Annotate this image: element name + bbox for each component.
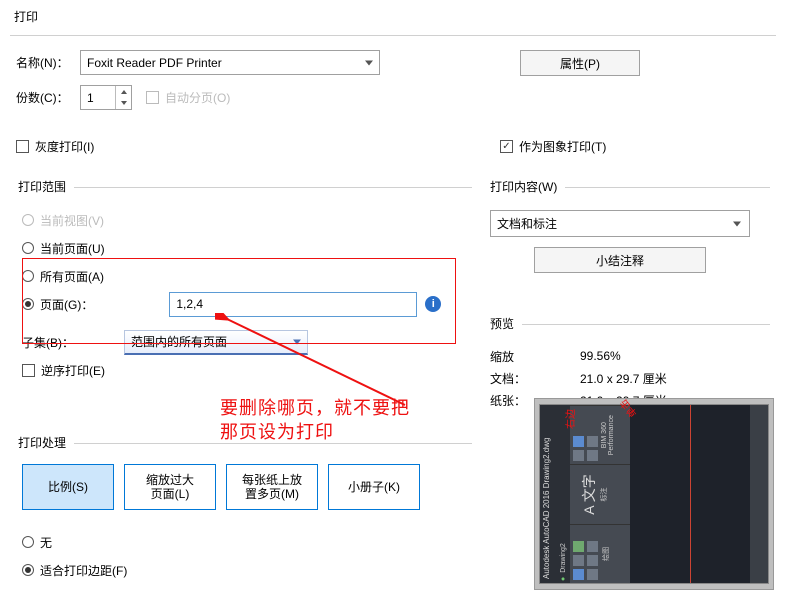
radio-current-page-label: 当前页面(U) [40, 240, 105, 257]
radio-size-fit-margin[interactable]: 适合打印边距(F) [22, 560, 127, 581]
radio-current-view-label: 当前视图(V) [40, 212, 104, 229]
radio-current-view: 当前视图(V) [22, 210, 104, 231]
printer-name-row: 名称(N)： Foxit Reader PDF Printer [10, 50, 776, 75]
grayscale-checkbox[interactable]: 灰度打印(I) [16, 136, 94, 157]
collate-checkbox: 自动分页(O) [146, 87, 230, 108]
print-range-title: 打印范围 [18, 180, 74, 194]
print-content-title: 打印内容(W) [490, 180, 565, 194]
cad-anno-1: 右边 [562, 409, 577, 429]
print-content-value: 文档和标注 [497, 215, 557, 232]
radio-icon [22, 564, 34, 576]
radio-all-pages[interactable]: 所有页面(A) [22, 266, 104, 287]
cad-panel-label: 绘图 [601, 528, 611, 580]
checkbox-icon [22, 364, 35, 377]
fit-large-button[interactable]: 缩放过大 页面(L) [124, 464, 216, 510]
copies-value: 1 [87, 91, 94, 105]
checkbox-icon [16, 140, 29, 153]
main-panel: 名称(N)： Foxit Reader PDF Printer 属性(P) 份数… [10, 35, 776, 110]
print-handling-group: 打印处理 比例(S) 缩放过大 页面(L) 每张纸上放 置多页(M) 小册子(K… [14, 418, 472, 584]
reverse-checkbox[interactable]: 逆序打印(E) [22, 360, 105, 381]
copies-spinner[interactable]: 1 [80, 85, 132, 110]
handling-title: 打印处理 [18, 436, 74, 450]
radio-icon [22, 214, 34, 226]
spinner-down-icon[interactable] [116, 98, 131, 110]
printer-select[interactable]: Foxit Reader PDF Printer [80, 50, 380, 75]
copies-label: 份数(C)： [10, 89, 80, 106]
cad-panel-label: 标注 [599, 468, 609, 520]
radio-pages-label: 页面(G)： [40, 296, 93, 313]
properties-button[interactable]: 属性(P) [520, 50, 640, 76]
radio-icon [22, 536, 34, 548]
scale-button[interactable]: 比例(S) [22, 464, 114, 510]
print-range-header: 打印范围 [18, 170, 472, 188]
spinner-up-icon[interactable] [116, 86, 131, 98]
preview-zoom-value: 99.56% [580, 349, 621, 363]
radio-size-fit-margin-label: 适合打印边距(F) [40, 562, 127, 579]
radio-current-page[interactable]: 当前页面(U) [22, 238, 105, 259]
pages-input[interactable] [169, 292, 417, 317]
copies-row: 份数(C)： 1 自动分页(O) [10, 85, 776, 110]
cad-titlebar: Autodesk AutoCAD 2016 Drawing2.dwg [540, 405, 558, 583]
grayscale-label: 灰度打印(I) [35, 138, 94, 155]
print-content-header: 打印内容(W) [490, 170, 770, 188]
subset-label: 子集(B)： [22, 334, 78, 351]
preview-doc-label: 文档： [490, 370, 580, 387]
cad-panel-text: A 文字 [579, 468, 599, 520]
info-icon[interactable]: i [425, 296, 441, 312]
radio-size-none[interactable]: 无 [22, 532, 52, 553]
cad-preview: Autodesk AutoCAD 2016 Drawing2.dwg ●Draw… [539, 404, 769, 584]
window-title: 打印 [14, 8, 776, 25]
printer-select-value: Foxit Reader PDF Printer [87, 56, 222, 70]
checkbox-icon [146, 91, 159, 104]
summarize-comments-button[interactable]: 小结注释 [534, 247, 706, 273]
multi-page-button[interactable]: 每张纸上放 置多页(M) [226, 464, 318, 510]
preview-header: 预览 [490, 307, 770, 325]
radio-icon [22, 242, 34, 254]
radio-size-none-label: 无 [40, 534, 52, 551]
collate-label: 自动分页(O) [165, 89, 230, 106]
preview-thumbnail: Autodesk AutoCAD 2016 Drawing2.dwg ●Draw… [534, 398, 774, 590]
reverse-label: 逆序打印(E) [41, 362, 105, 379]
printer-name-label: 名称(N)： [10, 54, 80, 71]
preview-zoom-label: 缩放 [490, 348, 580, 365]
preview-title: 预览 [490, 317, 522, 331]
radio-all-pages-label: 所有页面(A) [40, 268, 104, 285]
annotation-line-1: 要删除哪页，就不要把 [220, 396, 410, 420]
cad-panel-label: BIM 360 Performance [601, 409, 615, 461]
preview-doc-value: 21.0 x 29.7 厘米 [580, 370, 667, 387]
radio-icon [22, 298, 34, 310]
radio-icon [22, 270, 34, 282]
booklet-button[interactable]: 小册子(K) [328, 464, 420, 510]
print-content-select[interactable]: 文档和标注 [490, 210, 750, 237]
radio-pages[interactable]: 页面(G)： [22, 294, 93, 315]
handling-header: 打印处理 [18, 426, 472, 444]
subset-select[interactable]: 范围内的所有页面 [124, 330, 308, 355]
right-column: 打印内容(W) 文档和标注 小结注释 预览 缩放99.56% 文档：21.0 x… [490, 132, 776, 355]
subset-value: 范围内的所有页面 [131, 333, 227, 350]
print-range-group: 打印范围 当前视图(V) 当前页面(U) 所有页面(A) 页面(G)： i 子集… [14, 162, 472, 384]
